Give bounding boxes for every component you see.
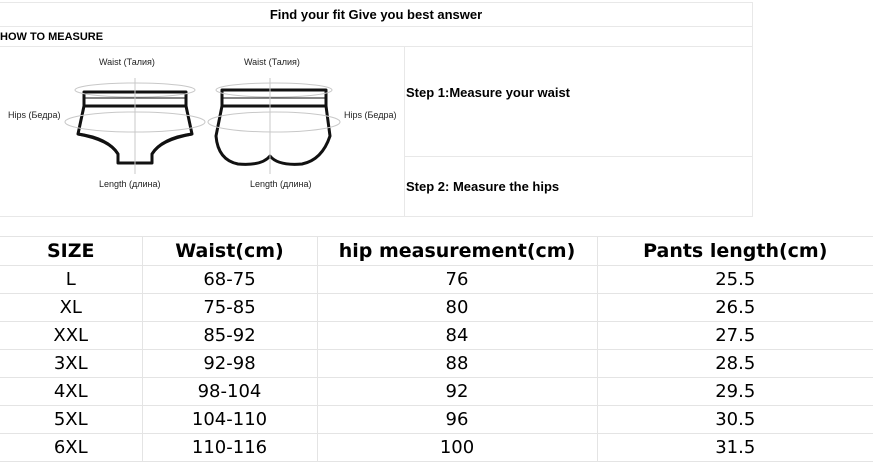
cell-hip: 80 [317,293,598,322]
cell-size: L [0,265,143,294]
left-hips-label: Hips (Бедра) [8,110,61,120]
guide-border-bottom [0,216,752,217]
step-2-text: Step 2: Measure the hips [406,179,560,194]
cell-hip: 96 [317,405,598,434]
cell-waist: 75-85 [142,293,318,322]
cell-waist: 110-116 [142,433,318,462]
measurement-diagram: Waist (Талия) Hips (Бедра) Length (длина… [0,48,404,216]
guide-divider [404,156,752,157]
guide-divider [0,46,752,47]
right-waist-label: Waist (Талия) [244,57,300,67]
cell-size: 4XL [0,377,143,406]
cell-hip: 84 [317,321,598,350]
cell-size: XXL [0,321,143,350]
left-waist-label: Waist (Талия) [99,57,155,67]
boyshort-right-drawing [214,88,332,166]
cell-length: 31.5 [597,433,873,462]
cell-hip: 100 [317,433,598,462]
table-row: XXL 85-92 84 27.5 [0,321,873,350]
panties-illustration [64,78,341,174]
cell-length: 26.5 [597,293,873,322]
table-row: 6XL 110-116 100 31.5 [0,433,873,462]
cell-hip: 88 [317,349,598,378]
measuring-guide: Find your fit Give you best answer HOW T… [0,0,873,222]
header-length: Pants length(cm) [597,236,873,266]
cell-waist: 104-110 [142,405,318,434]
right-length-label: Length (длина) [250,179,312,189]
cell-hip: 92 [317,377,598,406]
table-row: 5XL 104-110 96 30.5 [0,405,873,434]
table-row: 4XL 98-104 92 29.5 [0,377,873,406]
cell-size: 6XL [0,433,143,462]
cell-length: 28.5 [597,349,873,378]
header-size: SIZE [0,236,143,266]
table-row: XL 75-85 80 26.5 [0,293,873,322]
step-1-text: Step 1:Measure your waist [406,85,570,100]
guide-border-top [0,2,752,3]
cell-size: XL [0,293,143,322]
table-header-row: SIZE Waist(cm) hip measurement(cm) Pants… [0,236,873,266]
cell-waist: 85-92 [142,321,318,350]
cell-hip: 76 [317,265,598,294]
cell-size: 3XL [0,349,143,378]
how-to-measure-heading: HOW TO MEASURE [0,31,104,43]
cell-length: 29.5 [597,377,873,406]
cell-waist: 68-75 [142,265,318,294]
guide-border-right [752,2,753,217]
cell-size: 5XL [0,405,143,434]
guide-title: Find your fit Give you best answer [269,7,483,22]
cell-length: 30.5 [597,405,873,434]
guide-divider [404,46,405,217]
cell-waist: 98-104 [142,377,318,406]
left-length-label: Length (длина) [99,179,161,189]
cell-length: 27.5 [597,321,873,350]
right-hips-label: Hips (Бедра) [344,110,397,120]
size-chart-table: SIZE Waist(cm) hip measurement(cm) Pants… [0,236,873,462]
table-row: 3XL 92-98 88 28.5 [0,349,873,378]
cell-waist: 92-98 [142,349,318,378]
table-row: L 68-75 76 25.5 [0,265,873,294]
header-waist: Waist(cm) [142,236,318,266]
header-hip: hip measurement(cm) [317,236,598,266]
guide-divider [0,26,752,27]
cell-length: 25.5 [597,265,873,294]
